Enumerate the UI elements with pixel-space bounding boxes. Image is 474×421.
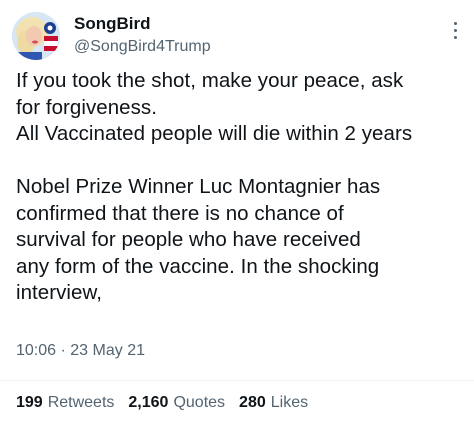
quotes-stat[interactable]: 2,160 Quotes xyxy=(128,394,225,412)
timestamp-separator: · xyxy=(60,342,66,359)
user-handle[interactable]: @SongBird4Trump xyxy=(74,38,211,56)
more-dot xyxy=(453,22,457,25)
tweet-timestamp[interactable]: 10:06 · 23 May 21 xyxy=(16,342,145,360)
divider xyxy=(0,380,474,381)
avatar-image xyxy=(12,12,60,60)
retweets-stat[interactable]: 199 Retweets xyxy=(16,394,114,412)
tweet-text: If you took the shot, make your peace, a… xyxy=(16,69,413,304)
retweets-count: 199 xyxy=(16,394,43,411)
display-name[interactable]: SongBird xyxy=(74,14,151,34)
likes-label: Likes xyxy=(270,394,309,411)
tweet-date[interactable]: 23 May 21 xyxy=(70,342,145,359)
tweet-time[interactable]: 10:06 xyxy=(16,342,56,359)
likes-stat[interactable]: 280 Likes xyxy=(239,394,308,412)
more-vertical-icon[interactable] xyxy=(452,22,458,42)
more-dot xyxy=(453,29,457,32)
quotes-count: 2,160 xyxy=(128,394,169,411)
quotes-label: Quotes xyxy=(173,394,226,411)
tweet-header: SongBird @SongBird4Trump xyxy=(12,10,462,62)
more-dot xyxy=(453,36,457,39)
tweet-stats: 199 Retweets 2,160 Quotes 280 Likes xyxy=(16,394,308,412)
retweets-label: Retweets xyxy=(47,394,115,411)
avatar[interactable] xyxy=(12,12,60,60)
likes-count: 280 xyxy=(239,394,266,411)
